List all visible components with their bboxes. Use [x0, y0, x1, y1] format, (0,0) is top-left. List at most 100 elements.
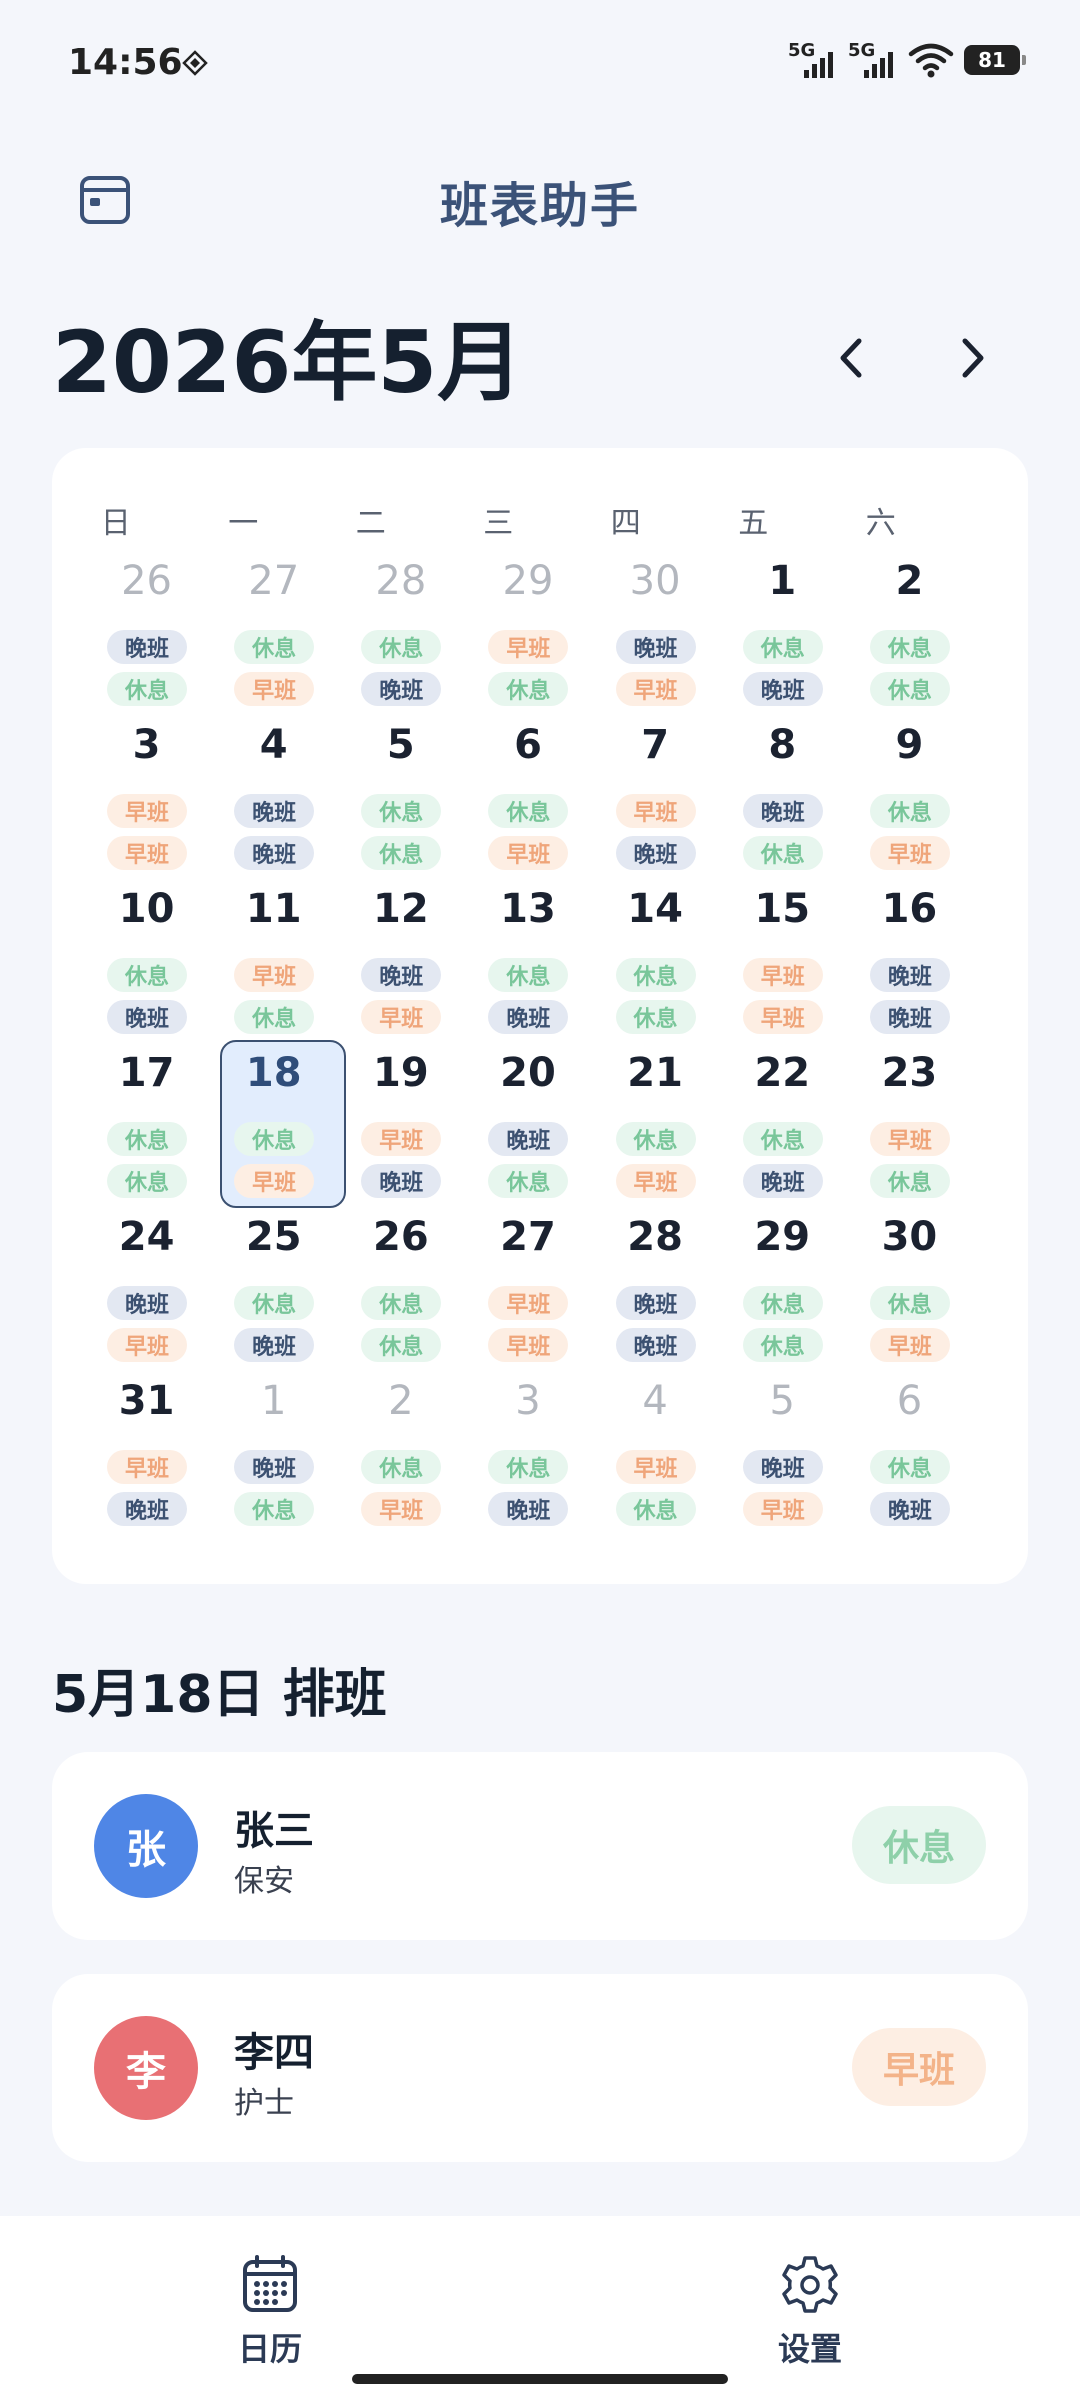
calendar-day[interactable]: 15 早班 早班: [719, 876, 846, 1040]
shift-pill: 晚班: [869, 1000, 950, 1034]
next-month-button[interactable]: [944, 318, 1004, 398]
notification-icon: [182, 50, 208, 76]
calendar-week: 24 晚班 早班 25 休息 晚班 26 休息 休息 27 早班 早班 28 晚班 晚班 29 休息 休息 30 休息…: [83, 1204, 973, 1368]
shift-pill: 休息: [361, 1286, 442, 1320]
day-number: 27: [248, 558, 300, 604]
calendar-day[interactable]: 12 晚班 早班: [337, 876, 464, 1040]
avatar: 张: [94, 1794, 198, 1898]
day-number: 13: [500, 886, 556, 932]
shift-pill: 晚班: [107, 630, 187, 664]
calendar-day[interactable]: 25 休息 晚班: [210, 1204, 337, 1368]
shift-pill: 晚班: [615, 836, 696, 870]
chevron-left-icon: [840, 338, 862, 378]
shift-pill: 休息: [488, 672, 569, 706]
shift-pill: 休息: [361, 630, 442, 664]
shift-pill: 休息: [869, 672, 950, 706]
calendar-day[interactable]: 21 休息 早班: [592, 1040, 719, 1204]
shift-pill: 晚班: [742, 794, 823, 828]
calendar-day[interactable]: 27 休息 早班: [210, 548, 337, 712]
shift-pill: 晚班: [742, 1164, 823, 1198]
calendar-day[interactable]: 29 休息 休息: [719, 1204, 846, 1368]
day-number: 23: [881, 1050, 938, 1096]
calendar-day[interactable]: 5 休息 休息: [337, 712, 464, 876]
day-number: 26: [121, 558, 173, 604]
calendar-day[interactable]: 30 晚班 早班: [592, 548, 719, 712]
app-header: 班表助手: [0, 140, 1080, 260]
shift-pill: 休息: [869, 1286, 950, 1320]
calendar-day[interactable]: 3 休息 晚班: [464, 1368, 591, 1532]
calendar-day[interactable]: 4 晚班 晚班: [210, 712, 337, 876]
shift-pill: 早班: [615, 672, 696, 706]
calendar-week: 10 休息 晚班 11 早班 休息 12 晚班 早班 13 休息 晚班 14 休息 休息 15 早班 早班 16 晚班…: [83, 876, 973, 1040]
nav-settings-label: 设置: [777, 2330, 842, 2368]
calendar-day[interactable]: 19 早班 晚班: [337, 1040, 464, 1204]
calendar-day[interactable]: 13 休息 晚班: [464, 876, 591, 1040]
calendar-day[interactable]: 26 晚班 休息: [83, 548, 210, 712]
calendar-day[interactable]: 2 休息 休息: [846, 548, 973, 712]
calendar-day[interactable]: 29 早班 休息: [464, 548, 591, 712]
calendar-day[interactable]: 2 休息 早班: [337, 1368, 464, 1532]
shift-pill: 早班: [107, 1328, 187, 1362]
calendar-week: 31 早班 晚班 1 晚班 休息 2 休息 早班 3 休息 晚班 4 早班 休息 5 晚班 早班 6 休息 晚班: [83, 1368, 973, 1532]
calendar-day[interactable]: 14 休息 休息: [592, 876, 719, 1040]
shift-pill: 休息: [361, 836, 442, 870]
calendar-day[interactable]: 28 休息 晚班: [337, 548, 464, 712]
schedule-card[interactable]: 张 张三 保安 休息: [52, 1752, 1028, 1940]
shift-pill: 早班: [488, 630, 569, 664]
calendar-day[interactable]: 6 休息 早班: [464, 712, 591, 876]
calendar-day[interactable]: 8 晚班 休息: [719, 712, 846, 876]
day-number: 1: [768, 558, 797, 604]
calendar-day[interactable]: 16 晚班 晚班: [846, 876, 973, 1040]
calendar-day[interactable]: 5 晚班 早班: [719, 1368, 846, 1532]
calendar-day[interactable]: 31 早班 晚班: [83, 1368, 210, 1532]
day-number: 12: [373, 886, 429, 932]
home-indicator[interactable]: [352, 2374, 728, 2384]
calendar-day[interactable]: 6 休息 晚班: [846, 1368, 973, 1532]
day-number: 16: [881, 886, 938, 932]
calendar-day[interactable]: 11 早班 休息: [210, 876, 337, 1040]
day-number: 3: [132, 722, 161, 768]
day-number: 26: [373, 1214, 429, 1260]
calendar-day[interactable]: 22 休息晚班: [719, 1040, 846, 1204]
calendar-day[interactable]: 23 早班 休息: [846, 1040, 973, 1204]
weekday-label: 一: [228, 506, 259, 541]
calendar-day[interactable]: 30 休息 早班: [846, 1204, 973, 1368]
day-number: 7: [641, 722, 670, 768]
shift-pill: 休息: [234, 1286, 315, 1320]
calendar-day[interactable]: 24 晚班 早班: [83, 1204, 210, 1368]
shift-pill: 休息: [742, 1286, 823, 1320]
shift-pill: 早班: [615, 1164, 696, 1198]
calendar-day[interactable]: 20 晚班 休息: [464, 1040, 591, 1204]
calendar-day[interactable]: 1 休息 晚班: [719, 548, 846, 712]
shift-pill: 休息: [742, 1122, 823, 1156]
shift-pill: 休息: [234, 1000, 315, 1034]
nav-calendar-label: 日历: [237, 2330, 302, 2368]
person-role: 保安: [234, 1864, 294, 1899]
calendar-day[interactable]: 10 休息 晚班: [83, 876, 210, 1040]
shift-pill: 早班: [615, 1450, 696, 1484]
day-number: 2: [895, 558, 924, 604]
shift-pill: 休息: [742, 630, 823, 664]
nav-calendar[interactable]: 日历: [190, 2254, 350, 2370]
calendar-day[interactable]: 1 晚班 休息: [210, 1368, 337, 1532]
shift-pill: 晚班: [361, 958, 442, 992]
nav-settings[interactable]: 设置: [730, 2254, 890, 2370]
shift-pill: 晚班: [615, 630, 696, 664]
calendar-day[interactable]: 27 早班 早班: [464, 1204, 591, 1368]
avatar: 李: [94, 2016, 198, 2120]
calendar-day[interactable]: 7 早班 晚班: [592, 712, 719, 876]
shift-pill: 早班: [488, 1286, 569, 1320]
prev-month-button[interactable]: [820, 318, 880, 398]
calendar-day[interactable]: 26 休息 休息: [337, 1204, 464, 1368]
day-number: 22: [754, 1050, 811, 1096]
person-name: 李四: [234, 2030, 314, 2076]
day-number: 1: [260, 1378, 287, 1424]
shift-pill: 早班: [107, 1450, 187, 1484]
calendar-day[interactable]: 3 早班 早班: [83, 712, 210, 876]
calendar-day[interactable]: 9 休息 早班: [846, 712, 973, 876]
schedule-card[interactable]: 李 李四 护士 早班: [52, 1974, 1028, 2162]
calendar-day[interactable]: 28 晚班 晚班: [592, 1204, 719, 1368]
calendar-day[interactable]: 17 休息 休息: [83, 1040, 210, 1204]
calendar-day-selected[interactable]: 18 休息 早班: [210, 1040, 347, 1208]
calendar-day[interactable]: 4 早班 休息: [592, 1368, 719, 1532]
